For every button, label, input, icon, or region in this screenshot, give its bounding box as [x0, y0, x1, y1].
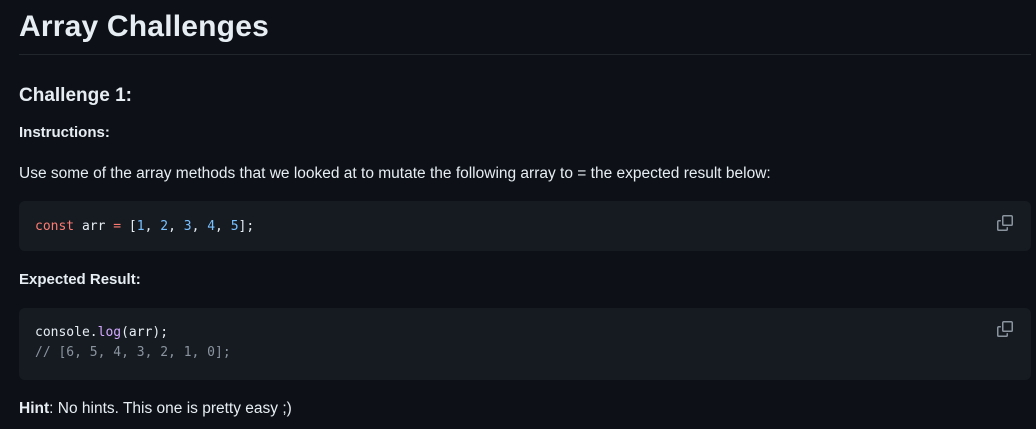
- code-args: (arr);: [121, 325, 169, 340]
- code-operator: =: [113, 219, 122, 234]
- code-line: const arr = [1, 2, 3, 4, 5];: [35, 218, 254, 236]
- page-title: Array Challenges: [19, 10, 269, 43]
- hint-label: Hint: [19, 400, 50, 417]
- code-object: console.: [35, 325, 98, 340]
- code-separator: ,: [168, 219, 184, 234]
- hint-paragraph: Hint: No hints. This one is pretty easy …: [19, 399, 292, 419]
- code-number: 4: [207, 219, 216, 234]
- expected-result-label: Expected Result:: [19, 271, 141, 288]
- code-comment: // [6, 5, 4, 3, 2, 1, 0];: [35, 345, 231, 360]
- code-number: 2: [160, 219, 169, 234]
- copy-icon: [997, 215, 1013, 231]
- instructions-text: Use some of the array methods that we lo…: [19, 165, 771, 182]
- code-separator: ,: [215, 219, 231, 234]
- code-bracket-close: ];: [238, 219, 255, 234]
- hint-text: No hints. This one is pretty easy ;): [53, 400, 292, 417]
- code-block-expected: console.log(arr); // [6, 5, 4, 3, 2, 1, …: [19, 308, 1031, 380]
- copy-code-button[interactable]: [997, 215, 1015, 233]
- code-block-array: const arr = [1, 2, 3, 4, 5];: [19, 201, 1031, 251]
- code-line: console.log(arr);: [35, 324, 168, 342]
- code-bracket-open: [: [121, 219, 137, 234]
- instructions-label: Instructions:: [19, 124, 110, 141]
- code-function: log: [97, 325, 122, 340]
- copy-icon: [997, 321, 1013, 337]
- code-number: 5: [230, 219, 239, 234]
- copy-code-button[interactable]: [997, 321, 1015, 339]
- code-separator: ,: [191, 219, 208, 234]
- challenge-heading: Challenge 1:: [19, 85, 132, 106]
- code-number: 1: [136, 219, 145, 234]
- code-separator: ,: [144, 219, 161, 234]
- code-number: 3: [183, 219, 192, 234]
- title-divider: [19, 54, 1031, 55]
- code-keyword: const: [35, 219, 75, 234]
- code-identifier: arr: [74, 219, 114, 234]
